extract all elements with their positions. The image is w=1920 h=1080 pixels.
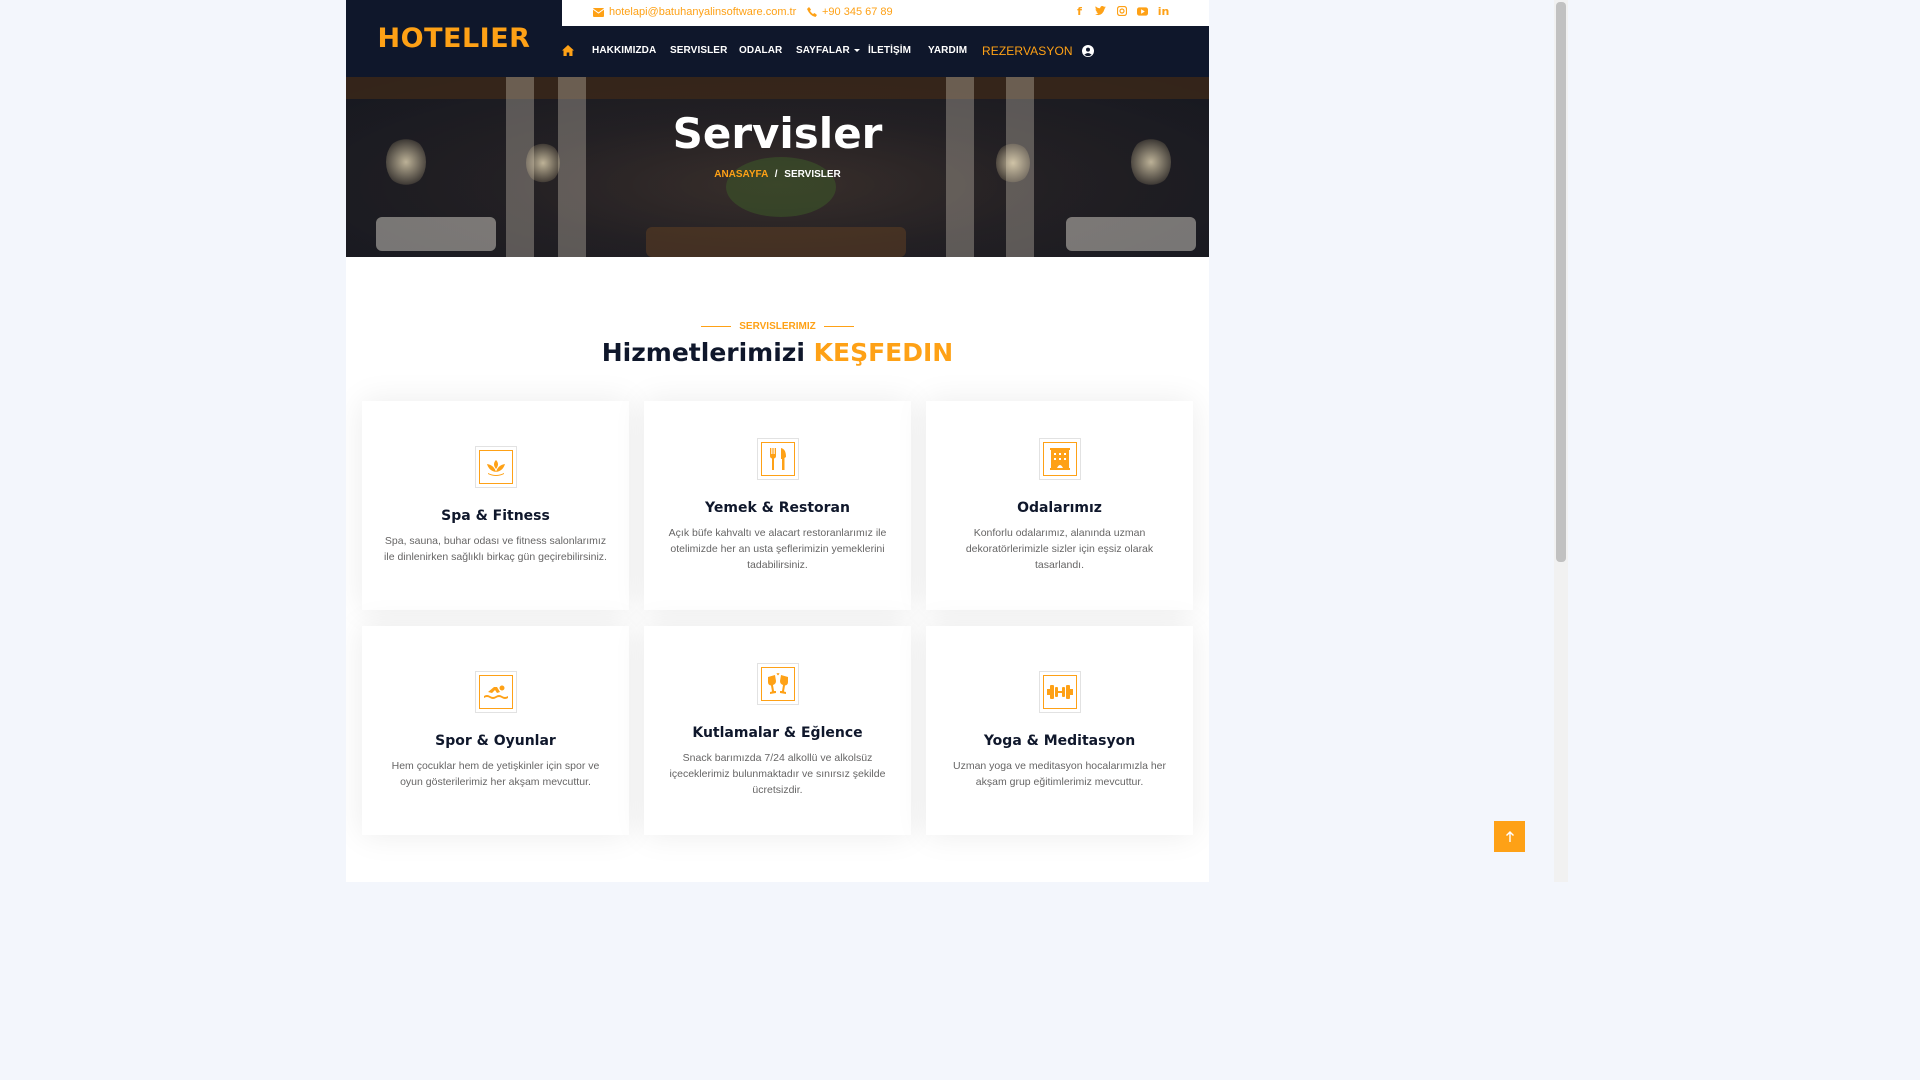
utensils-icon [769,448,786,470]
hero-plant [726,157,836,217]
nav-help[interactable]: YARDIM [928,45,967,56]
email-contact[interactable]: hotelapi@batuhanyalinsoftware.com.tr [593,6,796,18]
linkedin-icon[interactable]: in [1158,5,1170,18]
scrollbar-thumb[interactable] [1556,2,1566,562]
swimmer-icon [483,685,508,699]
section-eyebrow: SERVISLERIMIZ [346,321,1209,332]
hero-ceiling [346,77,1209,99]
service-description: Konforlu odalarımız, alanında uzman deko… [965,527,1154,571]
service-description: Hem çocuklar hem de yetişkinler için spo… [391,760,600,788]
brand-logo[interactable]: HOTELIER [346,0,562,77]
nav-contact[interactable]: İLETİŞİM [868,45,911,56]
service-title: Kutlamalar & Eğlence [692,725,863,741]
service-card-celebrations[interactable]: Kutlamalar & Eğlence Snack barımızda 7/2… [644,626,911,835]
service-card-sports[interactable]: Spor & Oyunlar Hem çocuklar hem de yetiş… [362,626,629,835]
spa-icon [486,460,505,476]
arrow-up-icon [1505,831,1514,842]
eyebrow-line-right [823,326,854,327]
service-icon-frame [760,667,795,701]
email-text: hotelapi@batuhanyalinsoftware.com.tr [609,6,797,18]
service-icon-frame [478,675,513,709]
main-nav: HAKKIMIZDA SERVISLER ODALAR SAYFALAR İLE… [562,26,1209,77]
eyebrow-line-left [701,326,732,327]
service-icon-box [474,671,517,713]
breadcrumb: ANASAYFA / SERVISLER [346,169,1209,180]
breadcrumb-home-link[interactable]: ANASAYFA [714,169,768,180]
hero-table [646,227,906,257]
nav-pages-label: SAYFALAR [796,45,850,56]
service-description: Uzman yoga ve meditasyon hocalarımızla h… [952,760,1166,788]
service-icon-box [474,446,517,488]
service-icon-frame [1042,442,1077,476]
nav-about[interactable]: HAKKIMIZDA [592,45,656,56]
breadcrumb-current: SERVISLER [784,169,841,180]
section-title-highlight: KEŞFEDIN [813,338,954,367]
section-title: Hizmetlerimizi KEŞFEDIN [346,338,1209,367]
youtube-icon[interactable] [1137,5,1148,17]
service-card-yoga[interactable]: Yoga & Meditasyon Uzman yoga ve meditasy… [926,626,1193,835]
service-icon-box [756,438,799,480]
page-hero: Servisler ANASAYFA / SERVISLER [346,77,1209,257]
service-card-restaurant[interactable]: Yemek & Restoran Açık büfe kahvaltı ve a… [644,401,911,610]
facebook-icon[interactable]: f [1074,5,1085,18]
dumbbell-icon [1046,685,1073,699]
hero-sofa [1066,217,1196,251]
service-description: Açık büfe kahvaltı ve alacart restoranla… [668,527,887,571]
nav-rooms[interactable]: ODALAR [739,45,782,56]
eyebrow-text: SERVISLERIMIZ [739,321,816,332]
phone-text: +90 345 67 89 [822,6,893,18]
service-card-spa[interactable]: Spa & Fitness Spa, sauna, buhar odası ve… [362,401,629,610]
caret-down-icon [853,48,860,52]
service-title: Odalarımız [1017,500,1102,516]
section-title-main: Hizmetlerimizi [601,338,805,367]
page-title: Servisler [672,109,883,158]
social-links: f in [1074,5,1170,18]
hotel-icon [1049,448,1070,470]
hero-sofa [376,217,496,251]
service-description: Snack barımızda 7/24 alkollü ve alkolsüz… [669,752,886,796]
nav-reservation-button[interactable]: REZERVASYON [982,44,1073,58]
home-icon[interactable] [562,43,574,61]
service-card-rooms[interactable]: Odalarımız Konforlu odalarımız, alanında… [926,401,1193,610]
phone-contact[interactable]: +90 345 67 89 [807,6,893,18]
hero-pillar [946,77,974,257]
service-title: Spor & Oyunlar [435,733,556,749]
nav-pages-dropdown[interactable]: SAYFALAR [796,45,860,56]
topbar: hotelapi@batuhanyalinsoftware.com.tr +90… [562,0,1209,26]
service-description: Spa, sauna, buhar odası ve fitness salon… [384,535,607,563]
service-title: Yoga & Meditasyon [983,733,1136,749]
service-title: Yemek & Restoran [705,500,850,516]
service-icon-box [1038,438,1081,480]
service-icon-box [756,663,799,705]
phone-icon [807,7,817,17]
instagram-icon[interactable] [1116,5,1127,17]
service-icon-frame [478,450,513,484]
breadcrumb-separator: / [774,169,778,180]
service-icon-frame [1042,675,1077,709]
service-icon-box [1038,671,1081,713]
envelope-icon [593,7,604,17]
brand-name: HOTELIER [377,23,531,54]
service-title: Spa & Fitness [441,508,550,524]
nav-services[interactable]: SERVISLER [670,45,727,56]
glass-cheers-icon [767,673,788,694]
page: HOTELIER hotelapi@batuhanyalinsoftware.c… [346,0,1209,882]
twitter-icon[interactable] [1095,5,1106,17]
hero-pillar [558,77,586,257]
user-account-icon[interactable] [1082,44,1094,62]
service-icon-frame [760,442,795,476]
back-to-top-button[interactable] [1494,821,1525,852]
